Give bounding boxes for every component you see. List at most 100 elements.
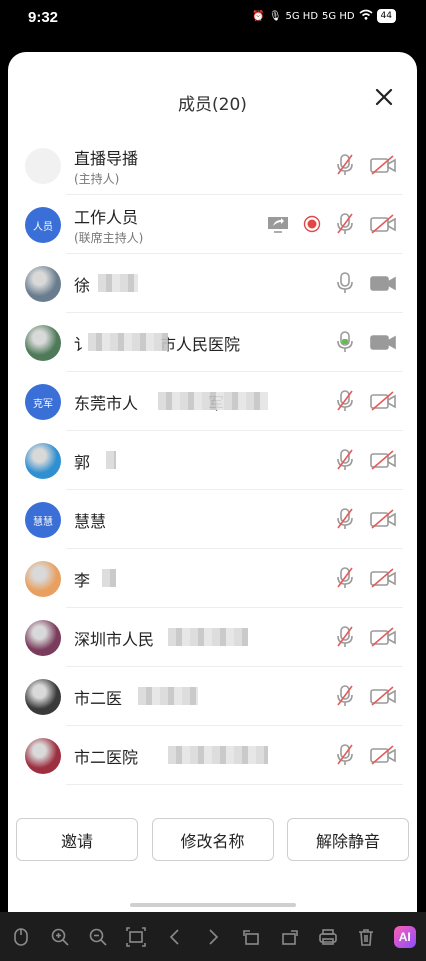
mic-muted-icon[interactable]: [335, 389, 355, 413]
trash-icon: [359, 928, 374, 946]
redaction-blur: [168, 746, 268, 764]
zoom-in-button[interactable]: [47, 924, 73, 950]
camera-off-icon[interactable]: [369, 450, 397, 470]
member-controls: [335, 271, 397, 295]
member-controls: [267, 212, 397, 236]
avatar: 慧慧: [25, 502, 61, 538]
footer-actions: 邀请 修改名称 解除静音: [16, 818, 409, 861]
camera-off-icon[interactable]: [369, 509, 397, 529]
rotate-left-button[interactable]: [238, 924, 264, 950]
rotate-right-button[interactable]: [277, 924, 303, 950]
redaction-blur: [158, 392, 268, 410]
fit-screen-button[interactable]: [123, 924, 149, 950]
camera-icon[interactable]: [369, 332, 397, 352]
avatar: [25, 266, 61, 302]
signal-label-2: 5G HD: [322, 10, 355, 22]
bottom-toolbar: AI: [0, 912, 426, 961]
mic-icon[interactable]: [335, 271, 355, 295]
status-time: 9:32: [28, 9, 59, 26]
member-row[interactable]: 李: [8, 549, 417, 608]
avatar: [25, 738, 61, 774]
alarm-icon: ⏰: [252, 10, 265, 22]
member-row[interactable]: 徐: [8, 254, 417, 313]
member-row[interactable]: 郭: [8, 431, 417, 490]
rename-button[interactable]: 修改名称: [151, 818, 274, 861]
camera-off-icon[interactable]: [369, 568, 397, 588]
status-icons: ⏰ 🎙 5G HD 5G HD 44: [252, 9, 396, 23]
avatar: [25, 620, 61, 656]
zoom-in-icon: [51, 928, 69, 946]
camera-off-icon[interactable]: [369, 686, 397, 706]
camera-off-icon[interactable]: [369, 155, 397, 175]
wifi-icon: [359, 9, 373, 23]
delete-button[interactable]: [353, 924, 379, 950]
camera-off-icon[interactable]: [369, 745, 397, 765]
member-name: 市二医院: [74, 748, 139, 767]
status-bar: 9:32 ⏰ 🎙 5G HD 5G HD 44: [0, 0, 426, 40]
unmute-all-button[interactable]: 解除静音: [287, 818, 409, 861]
zoom-out-button[interactable]: [85, 924, 111, 950]
member-row[interactable]: 市二医: [8, 667, 417, 726]
mic-muted-icon[interactable]: [335, 684, 355, 708]
chevron-right-icon: [209, 928, 219, 945]
member-controls: [335, 743, 397, 767]
redaction-blur: [98, 274, 138, 292]
next-button[interactable]: [200, 924, 226, 950]
redaction-blur: [88, 333, 168, 351]
mic-muted-icon[interactable]: [335, 212, 355, 236]
mic-muted-icon[interactable]: [335, 448, 355, 472]
mic-muted-icon[interactable]: [335, 566, 355, 590]
close-button[interactable]: [373, 86, 395, 108]
member-name: 徐: [74, 276, 91, 295]
member-role: (主持人): [74, 172, 120, 186]
mic-muted-icon[interactable]: [335, 153, 355, 177]
ai-button[interactable]: AI: [392, 924, 418, 950]
redaction-blur: [138, 687, 198, 705]
ai-badge: AI: [393, 925, 416, 948]
redaction-blur: [106, 451, 116, 469]
mic-status-icon: 🎙: [268, 10, 282, 22]
print-button[interactable]: [315, 924, 341, 950]
mic-muted-icon[interactable]: [335, 743, 355, 767]
member-row[interactable]: 人员 工作人员 (联席主持人): [8, 195, 417, 254]
camera-off-icon[interactable]: [369, 214, 397, 234]
camera-off-icon[interactable]: [369, 391, 397, 411]
screen-share-icon[interactable]: [267, 214, 289, 234]
member-name: 直播导播: [74, 149, 139, 168]
mic-muted-icon[interactable]: [335, 507, 355, 531]
member-controls: [335, 566, 397, 590]
member-controls: [335, 625, 397, 649]
member-row[interactable]: 克军东莞市人军: [8, 372, 417, 431]
rotate-left-icon: [243, 929, 260, 945]
camera-icon[interactable]: [369, 273, 397, 293]
avatar: 克军: [25, 384, 61, 420]
member-name: 深圳市人民: [74, 630, 155, 649]
record-icon[interactable]: [303, 215, 321, 233]
mic-muted-icon[interactable]: [335, 625, 355, 649]
member-name: 李: [74, 571, 91, 590]
member-row[interactable]: 讠市人民医院: [8, 313, 417, 372]
member-row[interactable]: 慧慧 慧慧: [8, 490, 417, 549]
home-indicator: [130, 903, 296, 907]
member-controls: [335, 330, 397, 354]
mouse-button[interactable]: [8, 924, 34, 950]
mic-icon[interactable]: [335, 330, 355, 354]
row-divider: [66, 784, 403, 785]
avatar: [25, 148, 61, 184]
member-list[interactable]: 直播导播(主持人)人员工作人员(联席主持人)徐讠市人民医院克军东莞市人军郭慧慧慧…: [8, 136, 417, 796]
avatar-text: 人员: [33, 221, 53, 233]
member-row[interactable]: 市二医院: [8, 726, 417, 785]
camera-off-icon[interactable]: [369, 627, 397, 647]
mouse-icon: [14, 927, 28, 946]
close-icon: [375, 88, 393, 106]
fit-screen-icon: [126, 926, 147, 947]
member-controls: [335, 448, 397, 472]
avatar: [25, 443, 61, 479]
member-row[interactable]: 直播导播 (主持人): [8, 136, 417, 195]
member-controls: [335, 684, 397, 708]
member-name: 工作人员: [74, 208, 139, 227]
invite-button[interactable]: 邀请: [16, 818, 138, 861]
previous-button[interactable]: [162, 924, 188, 950]
member-row[interactable]: 深圳市人民: [8, 608, 417, 667]
member-controls: [335, 389, 397, 413]
